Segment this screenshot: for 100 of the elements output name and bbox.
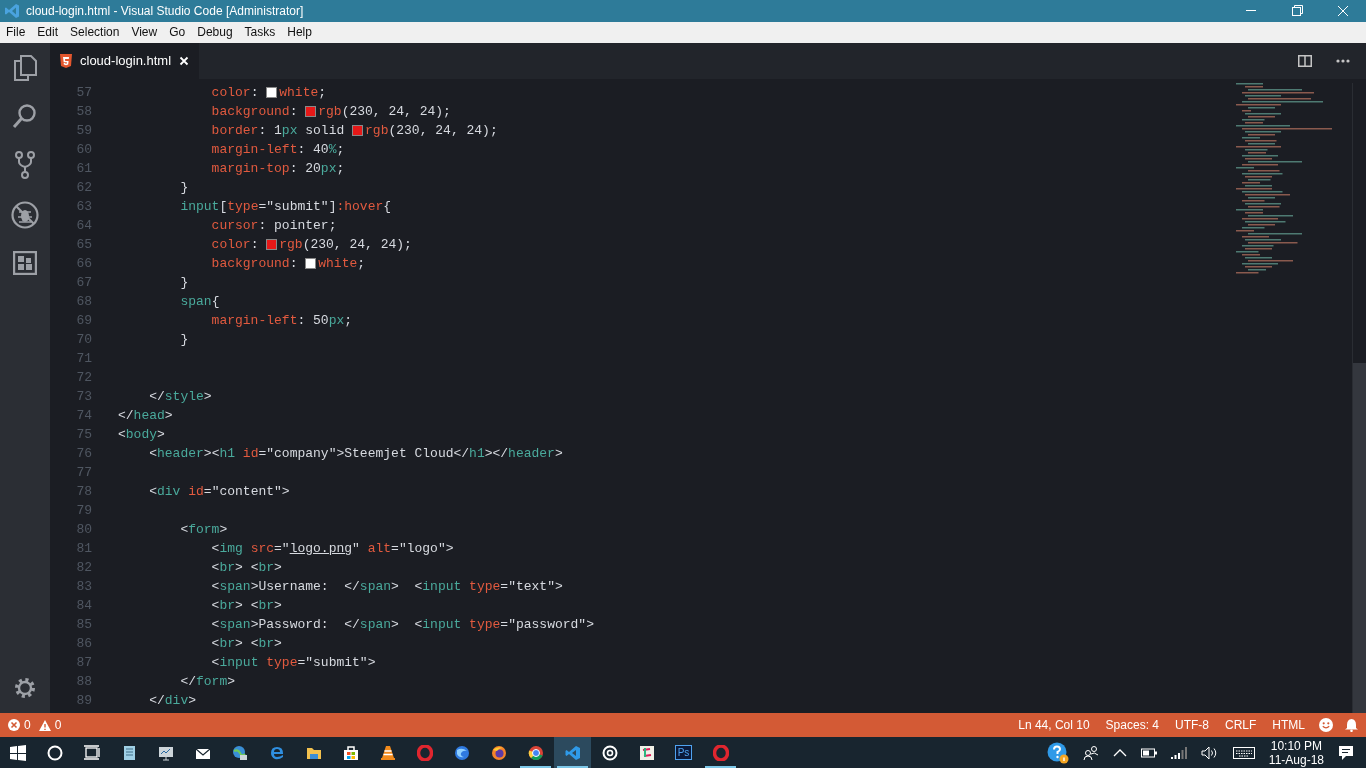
- debug-icon[interactable]: [11, 201, 39, 229]
- line-number: 84: [75, 597, 93, 615]
- search-circle-icon: [46, 744, 63, 761]
- tile-logo-icon: [638, 744, 655, 761]
- round-logo-icon: [527, 744, 544, 761]
- code-text: border: 1px solid: [210, 122, 346, 140]
- ps-app-icon: Ps: [674, 745, 693, 760]
- split-editor-icon[interactable]: [1298, 55, 1312, 67]
- line-number: 59: [75, 122, 93, 140]
- status-item[interactable]: Ln 44, Col 10: [1010, 716, 1098, 734]
- line-number: 76: [75, 445, 93, 463]
- globe-icon: [231, 744, 248, 761]
- line-number: 80: [75, 521, 93, 539]
- error-count[interactable]: 0: [24, 716, 31, 734]
- bell-icon[interactable]: [1345, 718, 1358, 732]
- line-number: 82: [75, 559, 93, 577]
- clock-date[interactable]: 11-Aug-18: [1268, 752, 1324, 767]
- source-control-icon[interactable]: [14, 151, 36, 179]
- code-text: <body>: [118, 426, 165, 444]
- people-icon[interactable]: [1082, 744, 1099, 761]
- code-text: span{: [179, 293, 220, 311]
- more-icon[interactable]: [1336, 59, 1350, 63]
- code-text: </head>: [118, 407, 173, 425]
- taskbar-button[interactable]: Ps: [665, 737, 702, 768]
- target-icon: [601, 744, 618, 761]
- error-icon[interactable]: [8, 719, 20, 731]
- extensions-icon[interactable]: [13, 251, 37, 275]
- round-swirl-icon: [490, 744, 507, 761]
- line-number: 67: [75, 274, 93, 292]
- code-text: <br> <br>: [210, 559, 282, 577]
- line-number: 74: [75, 407, 93, 425]
- maximize-icon: [1291, 5, 1303, 17]
- notification-icon[interactable]: [1338, 744, 1354, 761]
- code-text: background:: [210, 255, 299, 273]
- status-item[interactable]: Spaces: 4: [1097, 716, 1167, 734]
- menu-item[interactable]: Tasks: [238, 22, 282, 43]
- smiley-icon[interactable]: [1319, 718, 1333, 732]
- windows-logo-icon: [10, 744, 26, 761]
- ring-logo-icon: [416, 744, 433, 761]
- code-text: <br> <br>: [210, 597, 282, 615]
- line-number: 69: [75, 312, 93, 330]
- code-text: <header><h1 id="company">Steemjet Cloud</h1></header>: [148, 445, 563, 463]
- line-number: 73: [75, 388, 93, 406]
- code-text: cursor: pointer;: [210, 217, 337, 235]
- menu-item[interactable]: Go: [163, 22, 192, 43]
- menu-item[interactable]: Debug: [191, 22, 239, 43]
- line-number: 87: [75, 654, 93, 672]
- code-text: rgb(230, 24, 24);: [279, 236, 412, 254]
- search-icon[interactable]: [12, 103, 38, 129]
- code-text: </style>: [148, 388, 212, 406]
- line-number: 81: [75, 540, 93, 558]
- chevron-up-icon[interactable]: [1112, 748, 1127, 757]
- settings-icon[interactable]: [14, 677, 36, 699]
- line-number: 85: [75, 616, 93, 634]
- close-icon[interactable]: [179, 56, 190, 66]
- task-view-icon: [83, 744, 100, 761]
- keyboard-icon[interactable]: [1232, 746, 1255, 759]
- help-icon[interactable]: [1046, 741, 1069, 764]
- line-number: 60: [75, 141, 93, 159]
- code-text: <span>Username: </span> <input type="text">: [210, 578, 563, 596]
- ring-logo-icon: [712, 744, 729, 761]
- code-text: margin-left: 40%;: [210, 141, 345, 159]
- code-text: <form>: [179, 521, 228, 539]
- status-item[interactable]: CRLF: [1217, 716, 1265, 734]
- line-number: 66: [75, 255, 93, 273]
- menu-item[interactable]: Selection: [64, 22, 126, 43]
- code-text: rgb(230, 24, 24);: [365, 122, 498, 140]
- warning-count[interactable]: 0: [54, 716, 62, 734]
- line-number: 71: [75, 350, 93, 368]
- line-number: 65: [75, 236, 93, 254]
- scrollbar-thumb[interactable]: [1353, 363, 1366, 713]
- code-text: rgb(230, 24, 24);: [318, 103, 451, 121]
- menu-item[interactable]: View: [125, 22, 164, 43]
- signal-bars-icon[interactable]: [1170, 746, 1187, 759]
- tab-label: cloud-login.html: [80, 52, 172, 71]
- line-number: 70: [75, 331, 93, 349]
- speaker-icon[interactable]: [1200, 745, 1219, 760]
- line-number: 75: [75, 426, 93, 444]
- menu-item[interactable]: Help: [281, 22, 318, 43]
- line-number: 83: [75, 578, 93, 596]
- editor-tab[interactable]: cloud-login.html: [50, 43, 200, 79]
- code-text: </form>: [179, 673, 236, 691]
- status-item[interactable]: HTML: [1264, 716, 1313, 734]
- warning-icon[interactable]: [38, 719, 51, 731]
- menu-item[interactable]: Edit: [31, 22, 65, 43]
- clock-time[interactable]: 10:10 PM: [1268, 738, 1324, 753]
- files-icon[interactable]: [13, 55, 37, 81]
- line-number: 78: [75, 483, 93, 501]
- line-number: 68: [75, 293, 93, 311]
- status-item[interactable]: UTF-8: [1167, 716, 1217, 734]
- code-text: color:: [210, 84, 260, 102]
- swirl-globe-icon: [453, 744, 470, 761]
- code-text: <img src="logo.png" alt="logo">: [210, 540, 454, 558]
- menu-item[interactable]: File: [0, 22, 32, 43]
- traffic-cone-icon: [379, 744, 396, 761]
- battery-icon[interactable]: [1140, 747, 1157, 758]
- line-number: 57: [75, 84, 93, 102]
- line-number: 72: [75, 369, 93, 387]
- app-logo-icon: [4, 3, 20, 19]
- code-text: color:: [210, 236, 260, 254]
